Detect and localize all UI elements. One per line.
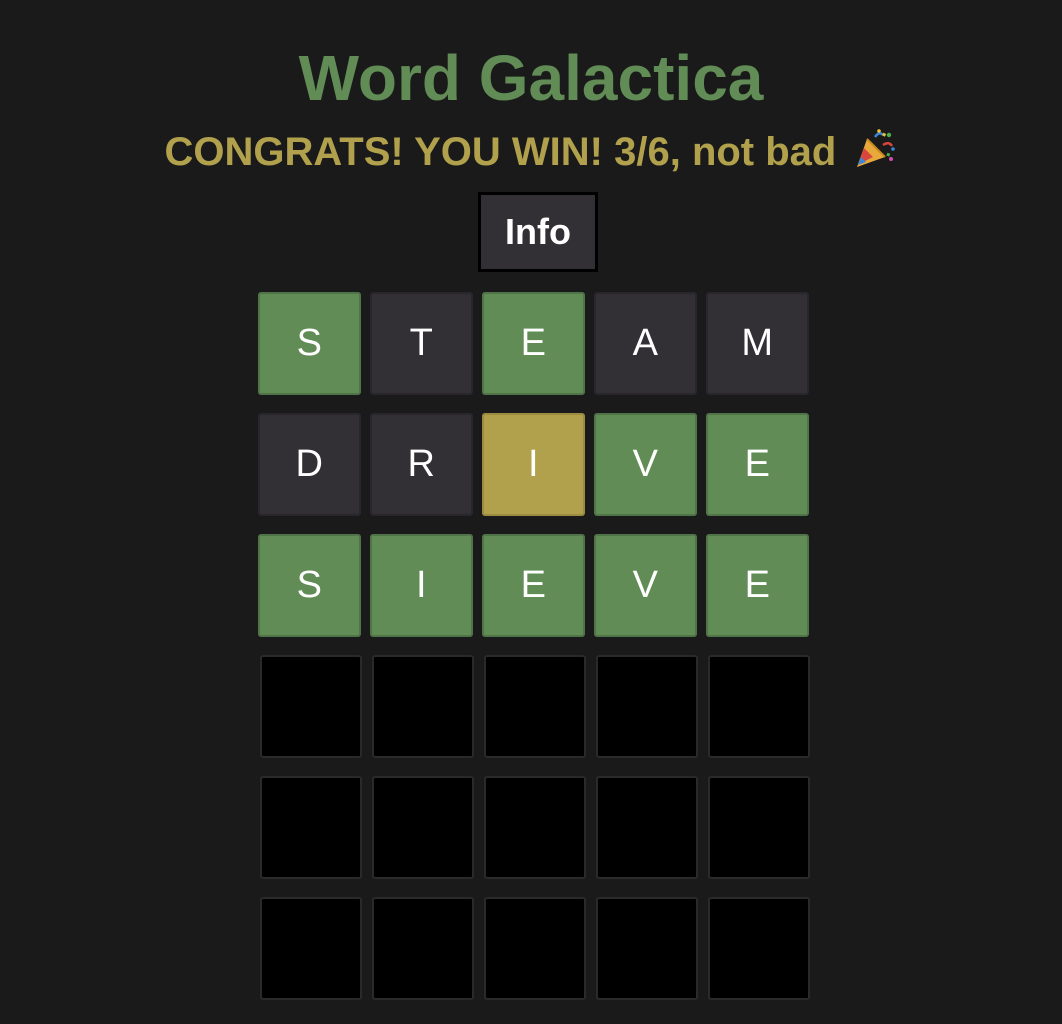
party-popper-icon (853, 127, 897, 171)
tile-empty (595, 897, 698, 1000)
tile-absent: A (594, 292, 697, 395)
guess-row-3: SIEVE (258, 534, 818, 637)
guess-row-4 (258, 655, 818, 758)
win-message: CONGRATS! YOU WIN! 3/6, not bad (0, 126, 1062, 178)
game-title: Word Galactica (298, 42, 764, 114)
tile-empty (595, 776, 698, 879)
info-button[interactable]: Info (478, 192, 598, 272)
win-message-text: CONGRATS! YOU WIN! 3/6, not bad (164, 130, 837, 174)
tile-empty (371, 897, 474, 1000)
tile-empty (483, 897, 586, 1000)
tile-correct: S (258, 534, 361, 637)
tile-empty (259, 897, 362, 1000)
guess-row-6 (258, 897, 818, 1000)
tile-correct: I (370, 534, 473, 637)
tile-empty (259, 655, 362, 758)
tile-correct: E (706, 534, 809, 637)
guess-row-5 (258, 776, 818, 879)
tile-absent: M (706, 292, 809, 395)
game-app: Word Galactica CONGRATS! YOU WIN! 3/6, n… (0, 0, 1062, 1024)
tile-absent: R (370, 413, 473, 516)
tile-empty (707, 655, 810, 758)
tile-empty (707, 776, 810, 879)
guess-row-2: DRIVE (258, 413, 818, 516)
tile-absent: D (258, 413, 361, 516)
tile-correct: E (482, 534, 585, 637)
tile-empty (371, 776, 474, 879)
tile-correct: V (594, 413, 697, 516)
tile-empty (707, 897, 810, 1000)
tile-correct: E (706, 413, 809, 516)
tile-empty (259, 776, 362, 879)
tile-empty (483, 776, 586, 879)
guess-row-1: STEAM (258, 292, 818, 395)
tile-correct: E (482, 292, 585, 395)
tile-absent: T (370, 292, 473, 395)
tile-empty (595, 655, 698, 758)
tile-empty (483, 655, 586, 758)
tile-present: I (482, 413, 585, 516)
tile-empty (371, 655, 474, 758)
tile-correct: V (594, 534, 697, 637)
tile-correct: S (258, 292, 361, 395)
game-board: STEAMDRIVESIEVE (258, 292, 818, 1018)
